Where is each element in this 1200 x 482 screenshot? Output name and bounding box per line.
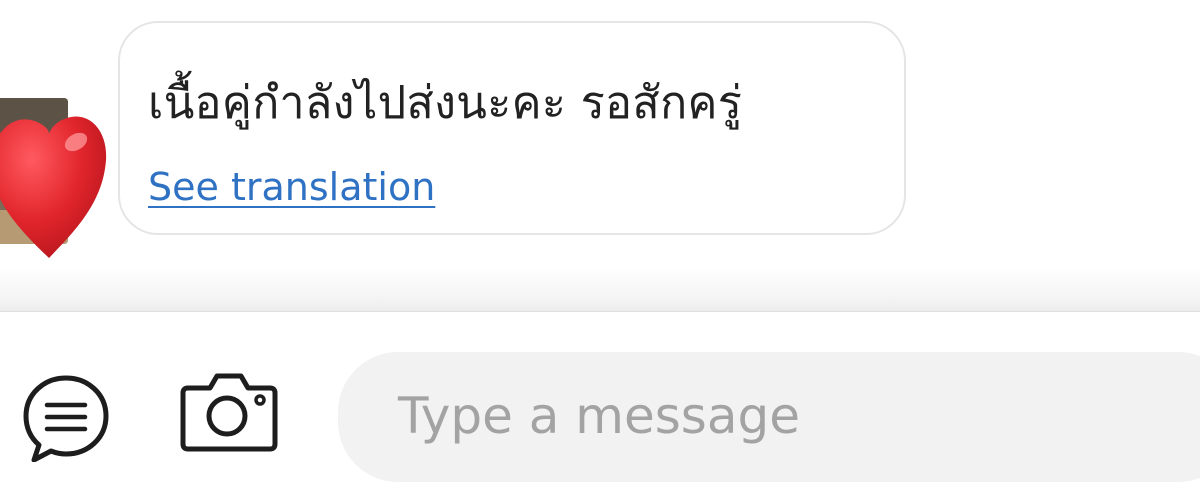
chat-bubble-icon[interactable]: [20, 370, 112, 462]
message-composer: Type a message: [0, 312, 1200, 482]
message-text: เนื้อคู่กำลังไปส่งนะคะ รอสักครู่: [148, 76, 743, 129]
camera-icon[interactable]: [180, 372, 278, 452]
message-input[interactable]: Type a message: [338, 352, 1200, 482]
chat-area: เนื้อคู่กำลังไปส่งนะคะ รอสักครู่ See tra…: [0, 0, 1200, 312]
heart-emoji-icon: [0, 116, 107, 258]
chat-divider-shadow: [0, 268, 1200, 312]
message-input-placeholder: Type a message: [398, 387, 800, 445]
see-translation-link[interactable]: See translation: [148, 164, 435, 210]
message-bubble[interactable]: เนื้อคู่กำลังไปส่งนะคะ รอสักครู่ See tra…: [118, 21, 906, 235]
